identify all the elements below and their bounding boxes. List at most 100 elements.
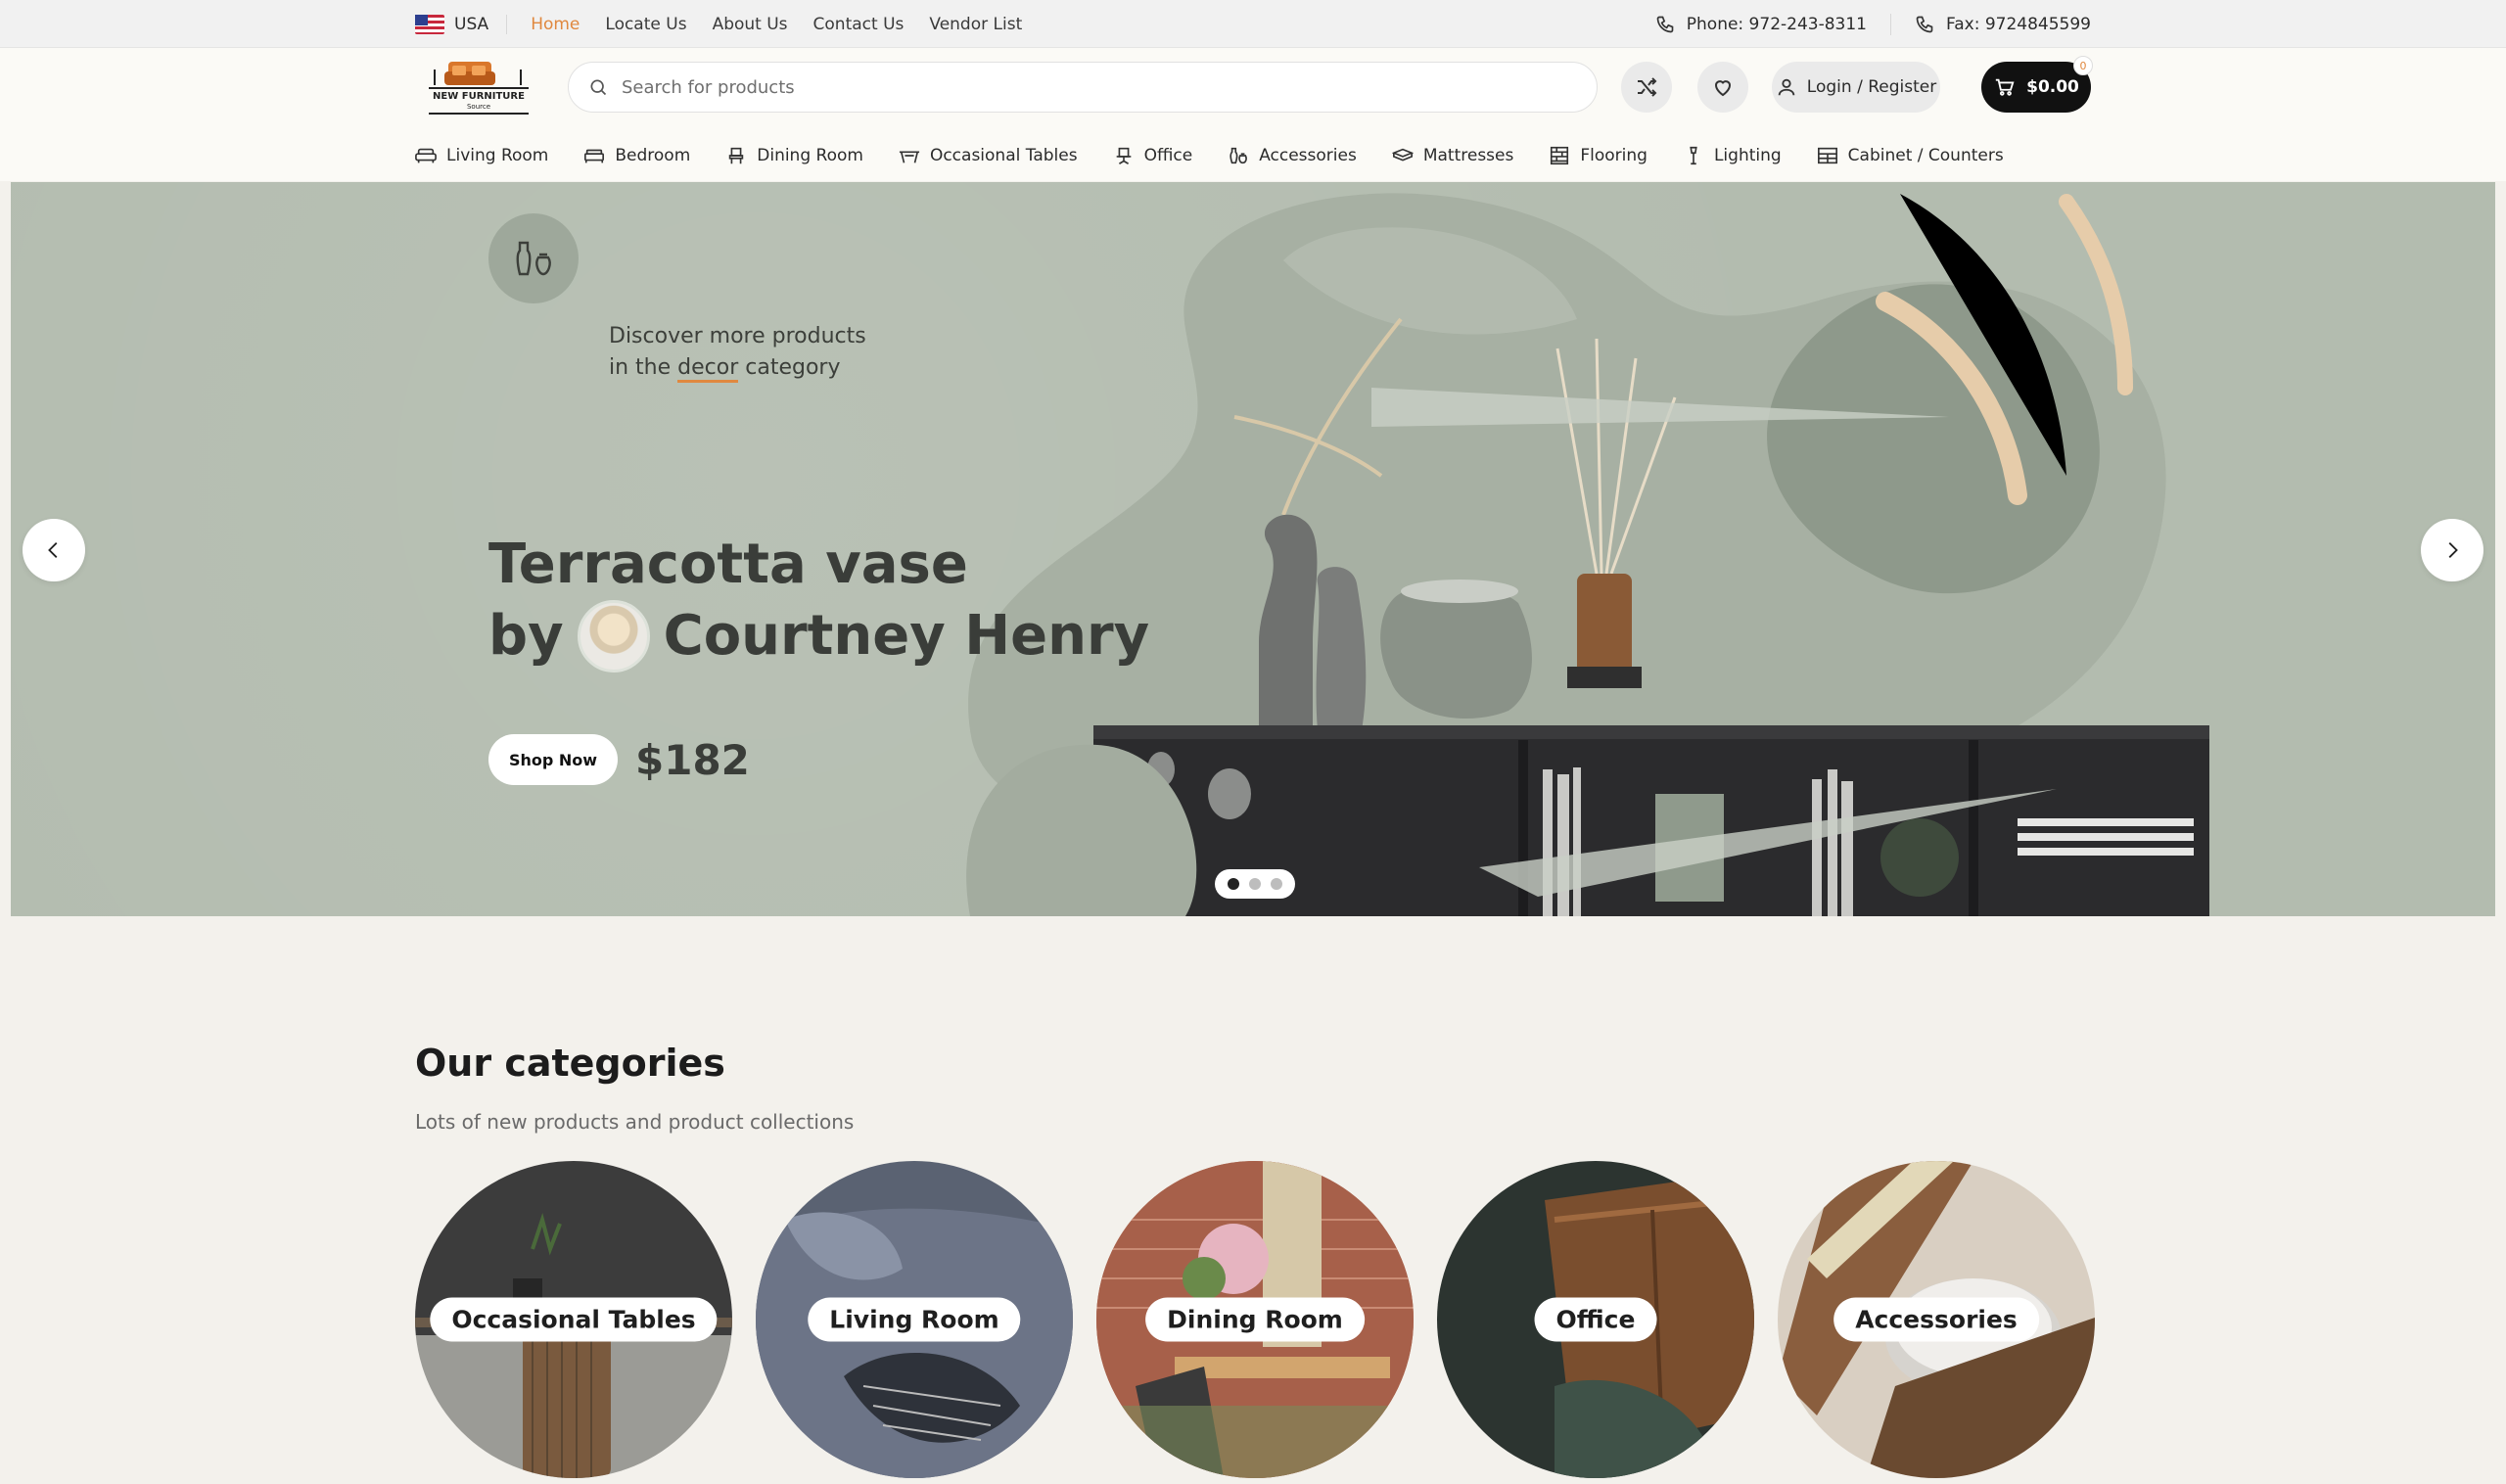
slider-next-button[interactable] (2421, 519, 2483, 581)
usa-flag-icon (415, 14, 444, 34)
discover-line-2: in the decor category (609, 352, 866, 384)
category-dining-room[interactable]: Dining Room (1096, 1161, 1414, 1478)
top-bar: USA Home Locate Us About Us Contact Us V… (0, 0, 2506, 48)
nav-item-living-room[interactable]: Living Room (415, 146, 548, 165)
nav-item-mattresses[interactable]: Mattresses (1391, 146, 1514, 165)
flooring-icon (1551, 146, 1569, 165)
top-link-home[interactable]: Home (531, 15, 580, 34)
nav-item-dining-room[interactable]: Dining Room (725, 146, 863, 165)
cart-icon (1995, 78, 2015, 96)
shop-now-button[interactable]: Shop Now (488, 734, 618, 785)
categories-subtitle: Lots of new products and product collect… (415, 1110, 855, 1134)
office-chair-icon (1116, 147, 1131, 164)
heart-icon (1714, 80, 1732, 97)
nav-item-cabinet-counters[interactable]: Cabinet / Counters (1817, 146, 2004, 165)
decor-category-badge[interactable] (488, 213, 579, 303)
nav-item-flooring[interactable]: Flooring (1549, 146, 1647, 165)
discover-text: Discover more products in the decor cate… (609, 321, 866, 384)
wishlist-button[interactable] (1697, 62, 1748, 113)
category-living-room[interactable]: Living Room (756, 1161, 1073, 1478)
categories-title: Our categories (415, 1042, 725, 1085)
logo-text: NEW FURNITURE (433, 91, 525, 102)
country-label: USA (454, 14, 489, 34)
top-links: Home Locate Us About Us Contact Us Vendo… (531, 15, 1022, 34)
contact-divider (1890, 13, 1891, 35)
chevron-right-icon (2448, 542, 2458, 558)
cart-count-badge: 0 (2073, 56, 2093, 75)
bed-icon (584, 149, 605, 163)
hero-title-line-2: by Courtney Henry (488, 600, 1149, 672)
top-link-locate-us[interactable]: Locate Us (605, 15, 686, 34)
nav-label: Flooring (1580, 146, 1647, 165)
nav-label: Mattresses (1422, 146, 1514, 165)
discover-line-1: Discover more products (609, 324, 866, 348)
discover-post: category (738, 355, 841, 380)
user-icon (1778, 78, 1795, 96)
site-header: NEW FURNITURE Source Login / Register $0… (0, 48, 2506, 181)
nav-label: Living Room (446, 146, 549, 165)
hero-price: $182 (635, 736, 750, 784)
phone-info[interactable]: Phone: 972-243-8311 (1655, 15, 1867, 34)
nav-label: Lighting (1713, 146, 1782, 165)
search-bar[interactable] (568, 62, 1598, 113)
shuffle-icon (1638, 77, 1657, 97)
fax-phone-icon (1916, 16, 1933, 32)
cart-button[interactable]: $0.00 0 (1981, 56, 2093, 113)
table-icon (899, 151, 920, 163)
hero-title: Terracotta vase by Courtney Henry (488, 530, 1149, 672)
vase-icon (516, 241, 551, 276)
chevron-left-icon (48, 542, 58, 558)
hero-product-scene (966, 193, 2209, 916)
chair-icon (729, 147, 744, 164)
nav-label: Dining Room (757, 146, 863, 165)
category-label: Dining Room (1145, 1297, 1365, 1342)
nav-item-accessories[interactable]: Accessories (1228, 146, 1357, 165)
cart-total: $0.00 (2026, 77, 2079, 97)
fax-info[interactable]: Fax: 9724845599 (1915, 15, 2091, 34)
lamp-icon (1690, 146, 1697, 165)
fax-text: Fax: 9724845599 (1946, 14, 2091, 34)
login-register-button[interactable]: Login / Register (1772, 62, 1940, 113)
site-logo[interactable]: NEW FURNITURE Source (427, 58, 531, 120)
top-link-vendor-list[interactable]: Vendor List (929, 15, 1022, 34)
slider-prev-button[interactable] (23, 519, 85, 581)
category-label: Office (1534, 1297, 1657, 1342)
author-avatar (577, 600, 650, 672)
cabinet-icon (1817, 147, 1837, 164)
slider-pagination (1215, 869, 1295, 899)
hero-author: Courtney Henry (663, 604, 1150, 668)
top-link-contact-us[interactable]: Contact Us (813, 15, 905, 34)
country-selector[interactable]: USA (415, 14, 508, 34)
login-label: Login / Register (1806, 77, 1937, 97)
discover-pre: in the (609, 355, 678, 380)
phone-text: Phone: 972-243-8311 (1686, 14, 1867, 34)
nav-label: Accessories (1259, 146, 1357, 165)
contact-info: Phone: 972-243-8311 Fax: 9724845599 (1655, 13, 2091, 35)
nav-label: Cabinet / Counters (1847, 146, 2004, 165)
category-accessories[interactable]: Accessories (1778, 1161, 2095, 1478)
search-input[interactable] (622, 76, 1503, 98)
decor-link[interactable]: decor (677, 355, 739, 383)
slider-dot-1[interactable] (1228, 878, 1239, 890)
nav-item-occasional-tables[interactable]: Occasional Tables (899, 146, 1078, 165)
nav-item-lighting[interactable]: Lighting (1683, 146, 1782, 165)
slider-dot-2[interactable] (1249, 878, 1261, 890)
mattress-icon (1391, 148, 1414, 162)
category-office[interactable]: Office (1437, 1161, 1754, 1478)
hero-slider: Discover more products in the decor cate… (11, 182, 2495, 916)
category-label: Accessories (1833, 1297, 2039, 1342)
phone-icon (1656, 16, 1674, 32)
top-link-about-us[interactable]: About Us (713, 15, 788, 34)
search-icon (590, 79, 607, 96)
nav-label: Office (1143, 146, 1193, 165)
nav-item-bedroom[interactable]: Bedroom (583, 146, 690, 165)
hero-title-line-1: Terracotta vase (488, 533, 968, 596)
vase-icon (1230, 147, 1248, 164)
hero-by: by (488, 604, 564, 668)
nav-item-office[interactable]: Office (1113, 146, 1193, 165)
category-occasional-tables[interactable]: Occasional Tables (415, 1161, 732, 1478)
category-label: Living Room (808, 1297, 1021, 1342)
compare-button[interactable] (1621, 62, 1672, 113)
nav-label: Bedroom (615, 146, 691, 165)
slider-dot-3[interactable] (1271, 878, 1282, 890)
